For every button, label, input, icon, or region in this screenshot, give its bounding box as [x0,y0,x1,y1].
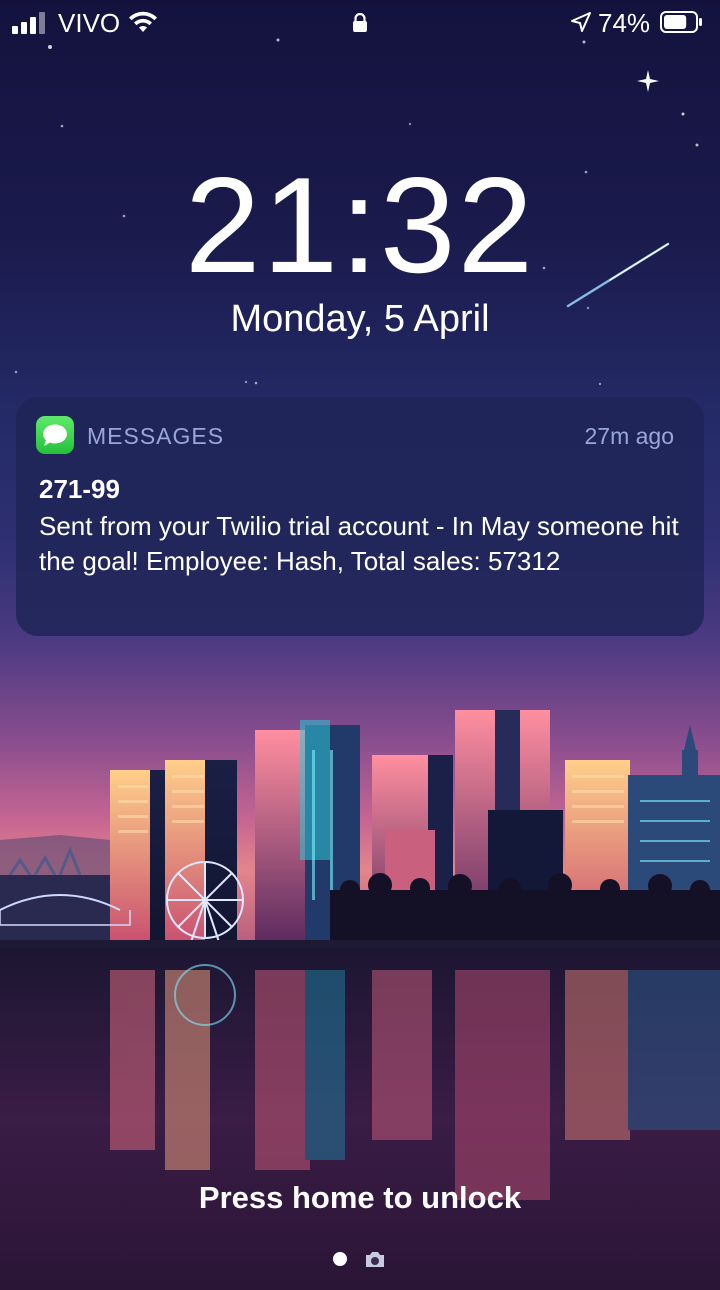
notification-body: Sent from your Twilio trial account - In… [39,511,679,576]
unlock-hint: Press home to unlock [198,1180,522,1215]
lock-icon [353,13,367,32]
messages-icon [36,416,74,454]
camera-icon[interactable] [364,1250,386,1268]
battery-icon [660,11,702,33]
battery-percentage: 74% [598,8,651,38]
signal-icon [12,12,48,34]
notification-app-name: MESSAGES [87,423,225,449]
notification-sender: 271-99 [39,474,120,504]
carrier-name: VIVO [58,8,121,38]
wifi-icon [129,11,157,32]
location-icon [571,12,591,32]
page-dot-icon [333,1252,347,1266]
lockscreen-date: Monday, 5 April [230,298,490,340]
status-bar: VIVO 74% [0,0,720,46]
lockscreen-time: 21:32 [184,149,536,301]
notification-time: 27m ago [584,423,674,449]
message-notification[interactable]: MESSAGES 27m ago 271-99 Sent from your T… [16,397,704,636]
